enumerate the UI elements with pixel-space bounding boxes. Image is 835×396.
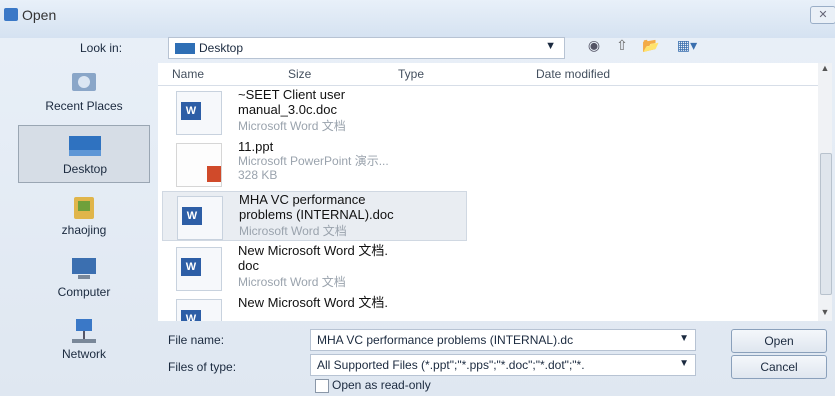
file-type: Microsoft PowerPoint 演示...	[238, 154, 389, 168]
word-document-icon: W	[176, 247, 222, 291]
place-label: Computer	[57, 285, 111, 299]
file-item[interactable]: W ~SEET Client user manual_3.0c.doc Micro…	[162, 87, 467, 137]
scroll-down-icon[interactable]: ▼	[818, 307, 832, 321]
file-item[interactable]: 11.ppt Microsoft PowerPoint 演示... 328 KB	[162, 139, 467, 189]
app-icon	[4, 8, 18, 21]
word-document-icon: W	[176, 299, 222, 321]
file-type: Microsoft Word 文档	[238, 119, 346, 133]
filename-input[interactable]: MHA VC performance problems (INTERNAL).d…	[310, 329, 696, 351]
desktop-icon	[175, 43, 195, 54]
places-bar: Recent Places Desktop zhaojing Computer …	[18, 63, 150, 383]
file-item-selected[interactable]: W MHA VC performance problems (INTERNAL).…	[162, 191, 467, 241]
chevron-down-icon[interactable]: ▼	[679, 358, 689, 369]
lookin-dropdown[interactable]: Desktop ▼	[168, 37, 565, 59]
place-label: Network	[61, 347, 106, 361]
word-document-icon: W	[177, 196, 223, 240]
column-header-size[interactable]: Size	[288, 63, 311, 85]
file-name: MHA VC performance problems (INTERNAL).do…	[239, 192, 394, 222]
powerpoint-icon	[176, 143, 222, 187]
column-header-type[interactable]: Type	[398, 63, 424, 85]
place-network[interactable]: Network	[18, 311, 150, 369]
place-label: Recent Places	[45, 99, 123, 113]
file-name: New Microsoft Word 文档. doc	[238, 243, 389, 273]
file-list[interactable]: Name Size Type Date modified W ~SEET Cli…	[158, 63, 818, 321]
network-icon	[66, 317, 102, 345]
filetype-value: All Supported Files (*.ppt";"*.pps";"*.d…	[317, 358, 585, 372]
place-label: zhaojing	[61, 223, 107, 237]
cancel-button[interactable]: Cancel	[731, 355, 827, 379]
scroll-thumb[interactable]	[820, 153, 832, 295]
filename-label: File name:	[168, 333, 225, 347]
place-desktop[interactable]: Desktop	[18, 125, 150, 183]
recent-places-icon	[66, 69, 102, 97]
vertical-scrollbar[interactable]: ▲ ▼	[818, 63, 832, 321]
new-folder-icon[interactable]: 📂	[640, 37, 662, 55]
filetype-select[interactable]: All Supported Files (*.ppt";"*.pps";"*.d…	[310, 354, 696, 376]
up-folder-icon[interactable]: ⇧	[612, 37, 632, 55]
place-computer[interactable]: Computer	[18, 249, 150, 307]
file-name: New Microsoft Word 文档.	[238, 295, 389, 310]
header-divider	[158, 85, 818, 86]
place-recent-places[interactable]: Recent Places	[18, 63, 150, 121]
file-name: ~SEET Client user manual_3.0c.doc	[238, 87, 346, 117]
chevron-down-icon[interactable]: ▼	[679, 333, 689, 344]
computer-icon	[66, 255, 102, 283]
column-header-name[interactable]: Name	[172, 63, 204, 85]
scroll-up-icon[interactable]: ▲	[818, 63, 832, 77]
views-menu-icon[interactable]: ▦▾	[670, 37, 704, 55]
filename-value: MHA VC performance problems (INTERNAL).d…	[317, 333, 574, 347]
close-button[interactable]: ✕	[810, 6, 835, 24]
chevron-down-icon[interactable]: ▼	[545, 40, 556, 52]
title-bar: Open ✕	[0, 0, 835, 38]
file-item[interactable]: W New Microsoft Word 文档. doc Microsoft Wo…	[162, 243, 467, 293]
file-item[interactable]: W New Microsoft Word 文档.	[162, 295, 467, 321]
user-folder-icon	[66, 193, 102, 221]
file-type: Microsoft Word 文档	[238, 275, 346, 289]
window-title: Open	[22, 7, 57, 23]
file-type: Microsoft Word 文档	[239, 224, 347, 238]
lookin-label: Look in:	[80, 41, 123, 55]
file-name: 11.ppt	[238, 139, 274, 154]
lookin-value: Desktop	[199, 41, 244, 55]
open-button[interactable]: Open	[731, 329, 827, 353]
filetype-label: Files of type:	[168, 360, 237, 374]
file-size: 328 KB	[238, 168, 278, 182]
place-label: Desktop	[62, 162, 108, 176]
column-header-date[interactable]: Date modified	[536, 63, 610, 85]
place-zhaojing[interactable]: zhaojing	[18, 187, 150, 245]
word-document-icon: W	[176, 91, 222, 135]
open-dialog: Open ✕ Look in: Desktop ▼ ◉ ⇧ 📂 ▦▾ Recen…	[0, 0, 835, 396]
readonly-label: Open as read-only	[332, 378, 431, 392]
back-icon[interactable]: ◉	[584, 37, 604, 55]
readonly-checkbox[interactable]	[315, 379, 329, 393]
desktop-icon	[67, 132, 103, 160]
